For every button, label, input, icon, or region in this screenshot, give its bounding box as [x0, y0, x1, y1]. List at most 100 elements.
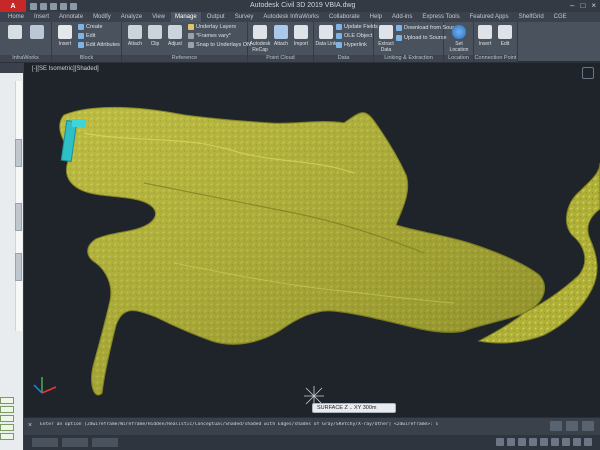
- insert-block-button[interactable]: Insert: [54, 25, 76, 47]
- tab-featured-apps[interactable]: Featured Apps: [466, 12, 513, 22]
- insert-connection-button[interactable]: Insert: [474, 25, 496, 47]
- tab-modify[interactable]: Modify: [89, 12, 115, 22]
- command-line-text[interactable]: Enter an option [2dwireframe/Wireframe/H…: [40, 422, 510, 427]
- polar-icon[interactable]: [529, 438, 537, 446]
- extract-data-button[interactable]: Extract Data: [375, 25, 397, 53]
- autodesk-recap-button[interactable]: Autodesk ReCap: [249, 25, 271, 53]
- connection-edit-icon: [498, 25, 512, 39]
- tab-survey[interactable]: Survey: [231, 12, 258, 22]
- new-icon[interactable]: [30, 2, 37, 10]
- maximize-icon[interactable]: □: [580, 1, 585, 10]
- toolspace-palette[interactable]: [0, 63, 24, 450]
- command-line[interactable]: × Enter an option [2dwireframe/Wireframe…: [24, 417, 600, 435]
- upload-source-button[interactable]: Upload to Source: [396, 35, 447, 41]
- layout-tab[interactable]: [92, 438, 118, 447]
- insert-icon: [58, 25, 72, 39]
- palette-row[interactable]: [0, 433, 14, 440]
- status-toggles: [496, 438, 592, 446]
- ole-icon: [336, 33, 342, 39]
- data-link-button[interactable]: Data Link: [315, 25, 337, 47]
- ucs-icon: [33, 377, 57, 394]
- close-icon[interactable]: ×: [591, 1, 596, 10]
- create-block-button[interactable]: Create: [78, 24, 103, 30]
- application-menu-button[interactable]: A: [0, 0, 26, 12]
- palette-tab-prospector[interactable]: [15, 139, 22, 167]
- attach-point-cloud-button[interactable]: Attach: [270, 25, 292, 47]
- update-fields-button[interactable]: Update Fields: [336, 24, 378, 30]
- attach-button[interactable]: Attach: [124, 25, 146, 47]
- annotation-scale-icon[interactable]: [562, 438, 570, 446]
- snap-icon[interactable]: [507, 438, 515, 446]
- connection-insert-icon: [478, 25, 492, 39]
- clip-button[interactable]: Clip: [144, 25, 166, 47]
- minimize-icon[interactable]: –: [570, 1, 574, 10]
- panel-linking-extraction: Extract Data Download from Source Upload…: [374, 22, 460, 62]
- osnap-icon[interactable]: [540, 438, 548, 446]
- palette-row[interactable]: [0, 397, 14, 404]
- grid-icon[interactable]: [496, 438, 504, 446]
- tab-home[interactable]: Home: [4, 12, 28, 22]
- ortho-icon[interactable]: [518, 438, 526, 446]
- tab-output[interactable]: Output: [203, 12, 229, 22]
- save-icon[interactable]: [50, 2, 57, 10]
- set-location-button[interactable]: Set Location: [448, 25, 470, 53]
- terrain-surface[interactable]: [24, 63, 600, 417]
- hyperlink-button[interactable]: Hyperlink: [336, 42, 367, 48]
- tab-help[interactable]: Help: [366, 12, 386, 22]
- history-icon[interactable]: [566, 421, 578, 431]
- panel-block: Insert Create Edit Edit Attributes Block: [52, 22, 122, 62]
- infraworks-model-button[interactable]: [26, 25, 48, 41]
- close-command-line-icon[interactable]: ×: [28, 422, 32, 429]
- quick-access-toolbar: [30, 2, 77, 10]
- tab-annotate[interactable]: Annotate: [55, 12, 87, 22]
- tab-insert[interactable]: Insert: [30, 12, 53, 22]
- edit-connection-button[interactable]: Edit: [494, 25, 516, 47]
- model-tab[interactable]: [32, 438, 58, 447]
- tab-view[interactable]: View: [148, 12, 169, 22]
- app-logo: A: [10, 2, 16, 10]
- model-icon: [30, 25, 44, 39]
- tab-cge[interactable]: CGE: [550, 12, 571, 22]
- tab-manage[interactable]: Manage: [171, 12, 201, 22]
- palette-tab-survey[interactable]: [15, 253, 22, 281]
- frames-icon: [188, 33, 194, 39]
- snap-icon: [188, 42, 194, 48]
- edit-block-button[interactable]: Edit: [78, 33, 95, 39]
- create-icon: [78, 24, 84, 30]
- panel-title-block: Block: [52, 55, 121, 62]
- redo-icon[interactable]: [70, 2, 77, 10]
- palette-tab-settings[interactable]: [15, 203, 22, 231]
- undo-icon[interactable]: [60, 2, 67, 10]
- tab-infraworks[interactable]: Autodesk InfraWorks: [259, 12, 323, 22]
- ribbon: InfraWorks Insert Create Edit Edit Attri…: [0, 22, 600, 62]
- underlay-layers-button[interactable]: Underlay Layers: [188, 24, 236, 30]
- tab-analyze[interactable]: Analyze: [117, 12, 146, 22]
- open-infraworks-button[interactable]: [4, 25, 26, 41]
- status-bar: [24, 435, 600, 450]
- recap-icon: [253, 25, 267, 39]
- customize-icon[interactable]: [550, 421, 562, 431]
- lineweight-icon[interactable]: [551, 438, 559, 446]
- layout-tab[interactable]: [62, 438, 88, 447]
- import-button[interactable]: Import: [290, 25, 312, 47]
- adjust-button[interactable]: Adjust: [164, 25, 186, 47]
- snap-to-underlays-button[interactable]: Snap to Underlays ON: [188, 42, 251, 48]
- panel-point-cloud: Autodesk ReCap Attach Import Point Cloud: [248, 22, 314, 62]
- frames-vary-dropdown[interactable]: *Frames vary*: [188, 33, 231, 39]
- tab-express-tools[interactable]: Express Tools: [418, 12, 463, 22]
- tab-add-ins[interactable]: Add-ins: [388, 12, 416, 22]
- update-icon: [336, 24, 342, 30]
- recent-commands-icon[interactable]: [582, 421, 594, 431]
- tab-collaborate[interactable]: Collaborate: [325, 12, 364, 22]
- ole-object-button[interactable]: OLE Object: [336, 33, 372, 39]
- workspace-icon[interactable]: [573, 438, 581, 446]
- open-icon[interactable]: [40, 2, 47, 10]
- palette-row[interactable]: [0, 406, 14, 413]
- tab-shelfgrid[interactable]: ShelfGrid: [515, 12, 548, 22]
- panel-reference: Attach Clip Adjust Underlay Layers *Fram…: [122, 22, 251, 62]
- drawing-viewport[interactable]: [-][SE Isometric][Shaded] SURFACE Z .. X…: [24, 63, 600, 417]
- palette-row[interactable]: [0, 424, 14, 431]
- fullscreen-icon[interactable]: [584, 438, 592, 446]
- edit-attributes-button[interactable]: Edit Attributes: [78, 42, 120, 48]
- palette-row[interactable]: [0, 415, 14, 422]
